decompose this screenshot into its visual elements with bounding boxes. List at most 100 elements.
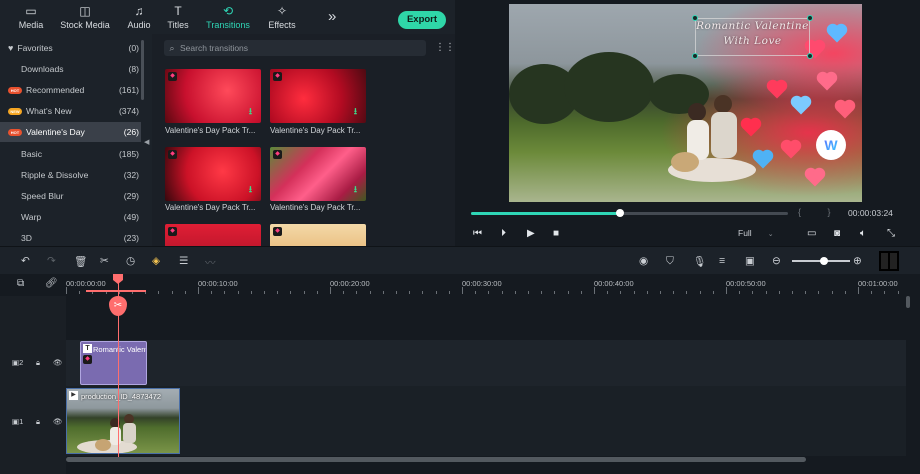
- category-downloads[interactable]: Downloads (8): [8, 59, 141, 79]
- hot-badge: HOT: [8, 128, 22, 136]
- search-input[interactable]: Search transitions: [180, 43, 248, 53]
- zoom-in-icon[interactable]: ⊕: [853, 255, 862, 267]
- grid-view-icon[interactable]: ⋮⋮: [435, 42, 455, 53]
- zoom-out-icon[interactable]: ⊖: [772, 255, 781, 267]
- category-warp[interactable]: Warp (49): [8, 207, 141, 227]
- ruler-time-label: 00:00:10:00: [198, 279, 238, 288]
- cut-scissors-icon[interactable]: ✂: [100, 255, 109, 267]
- category-valentines-day[interactable]: HOT Valentine's Day (26): [0, 122, 141, 142]
- add-track-icon[interactable]: ⧉: [17, 278, 24, 289]
- time-ruler[interactable]: 00:00:00:00 00:00:10:00 00:00:20:00 00:00:3…: [66, 274, 906, 296]
- ruler-tick: [369, 291, 371, 294]
- category-count: (23): [123, 233, 139, 243]
- transition-thumbnail[interactable]: ◆ ⭳: [270, 69, 366, 123]
- visibility-eye-icon[interactable]: 👁︎: [53, 417, 63, 426]
- track-2-lane[interactable]: [66, 340, 906, 386]
- ruler-tick: [792, 291, 793, 294]
- category-ripple-dissolve[interactable]: Ripple & Dissolve (32): [8, 165, 141, 185]
- tab-media[interactable]: ▭ Media: [1, 4, 61, 30]
- category-label: Downloads: [21, 64, 64, 74]
- play-icon[interactable]: ▶: [527, 228, 535, 239]
- fullscreen-icon[interactable]: ⤡: [887, 228, 895, 239]
- mark-in-out-brackets[interactable]: { }: [798, 207, 843, 217]
- timeline-horizontal-scrollbar[interactable]: [66, 457, 806, 462]
- more-tabs-button[interactable]: »: [328, 8, 336, 25]
- category-basic[interactable]: Basic (185): [8, 144, 141, 164]
- audio-waveform-icon[interactable]: 〰: [205, 255, 216, 270]
- collapse-panel-icon[interactable]: ◀: [144, 138, 149, 146]
- title-clip[interactable]: T Romantic Valent ◆: [80, 341, 147, 385]
- selection-range-marker[interactable]: [86, 290, 146, 292]
- resize-handle[interactable]: [692, 15, 698, 21]
- ruler-tick: [726, 287, 727, 294]
- ruler-tick: [646, 291, 648, 294]
- resize-handle[interactable]: [807, 15, 813, 21]
- category-label: Valentine's Day: [26, 127, 85, 137]
- delete-trash-icon[interactable]: 🗑︎: [74, 255, 87, 268]
- volume-icon[interactable]: 🔈︎: [860, 228, 866, 239]
- tab-transitions[interactable]: ⟲ Transitions: [198, 4, 258, 30]
- split-scissors-icon[interactable]: ✂: [109, 296, 127, 316]
- previous-frame-icon[interactable]: ⏮: [473, 228, 482, 239]
- zoom-slider-knob[interactable]: [819, 257, 828, 265]
- video-clip[interactable]: ▶ production_ID_4873472: [66, 388, 180, 454]
- category-favorites[interactable]: ♥ Favorites (0): [8, 38, 141, 58]
- category-whats-new[interactable]: NEW What's New (374): [8, 101, 141, 121]
- stop-icon[interactable]: ■: [553, 228, 559, 239]
- download-icon[interactable]: ⭳: [249, 182, 252, 198]
- couple-silhouette: [668, 95, 756, 182]
- microphone-icon[interactable]: 🎙︎: [693, 255, 706, 268]
- playback-progress-bar[interactable]: [471, 209, 788, 217]
- lock-icon[interactable]: 🔒︎: [36, 417, 40, 427]
- category-count: (49): [123, 212, 139, 222]
- resize-handle[interactable]: [692, 53, 698, 59]
- timeline-layout-button[interactable]: [879, 251, 899, 271]
- category-3d[interactable]: 3D (23): [8, 228, 141, 246]
- video-preview[interactable]: Romantic Valentine With Love W: [509, 4, 862, 202]
- adjust-sliders-icon[interactable]: ☰: [179, 255, 188, 267]
- transition-thumbnail[interactable]: ◆ ⭳: [165, 147, 261, 201]
- marker-shield-icon[interactable]: ⛉: [666, 255, 674, 268]
- render-preview-icon[interactable]: ◉: [639, 255, 648, 267]
- step-forward-icon[interactable]: ⏵: [501, 228, 506, 239]
- keyframe-diamond-icon[interactable]: ◈: [152, 255, 160, 267]
- category-scrollbar[interactable]: [141, 40, 144, 100]
- progress-knob[interactable]: [615, 209, 624, 217]
- category-recommended[interactable]: HOT Recommended (161): [8, 80, 141, 100]
- visibility-eye-icon[interactable]: 👁︎: [53, 358, 63, 367]
- download-icon[interactable]: ⭳: [249, 104, 252, 120]
- progress-fill: [471, 212, 620, 215]
- ruler-tick: [330, 287, 331, 294]
- title-clip-label: Romantic Valent: [93, 345, 147, 354]
- track-1-lane[interactable]: [66, 386, 906, 456]
- download-icon[interactable]: ⭳: [354, 182, 357, 198]
- redo-icon[interactable]: ↷: [47, 255, 56, 267]
- snapshot-camera-icon[interactable]: ◙: [834, 228, 840, 239]
- transition-thumbnail[interactable]: ◆ ⭳: [165, 69, 261, 123]
- text-t-icon: T: [83, 344, 92, 353]
- search-box[interactable]: ⌕ Search transitions: [164, 40, 426, 56]
- timeline-vertical-scrollbar[interactable]: [906, 296, 910, 308]
- voiceover-list-icon[interactable]: ≡: [719, 255, 725, 267]
- link-icon[interactable]: 🔗︎: [45, 278, 58, 289]
- zoom-slider[interactable]: [792, 257, 850, 265]
- resize-handle[interactable]: [807, 53, 813, 59]
- category-label: 3D: [21, 233, 32, 243]
- category-speed-blur[interactable]: Speed Blur (29): [8, 186, 141, 206]
- transition-thumbnail[interactable]: ◆: [165, 224, 261, 246]
- title-line-1: Romantic Valentine: [696, 20, 809, 32]
- speed-timer-icon[interactable]: ◷: [126, 255, 135, 267]
- export-button[interactable]: Export: [398, 11, 446, 29]
- ruler-tick: [211, 291, 213, 294]
- monitor-icon[interactable]: ▭: [807, 228, 816, 239]
- transition-thumbnail[interactable]: ◆ ⭳: [270, 147, 366, 201]
- undo-icon[interactable]: ↶: [21, 255, 30, 267]
- lock-icon[interactable]: 🔒︎: [36, 358, 40, 368]
- title-overlay-box[interactable]: Romantic Valentine With Love: [695, 18, 810, 56]
- pip-icon[interactable]: ▣: [745, 255, 755, 267]
- download-icon[interactable]: ⭳: [354, 104, 357, 120]
- tab-effects[interactable]: ✧ Effects: [252, 4, 312, 30]
- tab-stock-media[interactable]: ◫ Stock Media: [55, 4, 115, 30]
- transition-thumbnail[interactable]: ◆: [270, 224, 366, 246]
- render-quality-select[interactable]: Full ⌄: [738, 228, 774, 238]
